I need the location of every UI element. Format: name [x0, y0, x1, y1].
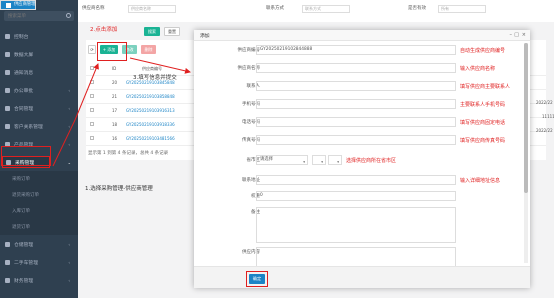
modal-scrollbar-thumb[interactable]: [524, 43, 528, 193]
input-fax[interactable]: [256, 135, 456, 145]
form-row-contact: 联系人 填写供应商主要联系人: [194, 81, 530, 92]
chevron-down-icon: ▾: [337, 160, 339, 164]
form-row-phone: 电话号码 填写供应商固定电话: [194, 117, 530, 128]
form-row-sort: 权重 0: [194, 191, 530, 202]
form-row-fax: 传真号码 填写供应商传真号码: [194, 135, 530, 146]
annotation-box-ok: [246, 271, 268, 287]
chevron-down-icon: ▾: [321, 160, 323, 164]
modal-footer: 确定: [194, 266, 530, 288]
hint-phone: 填写供应商固定电话: [460, 120, 506, 126]
form-row-mobile: 手机号码 主要联系人手机号码: [194, 99, 530, 110]
select-city[interactable]: ▾: [312, 155, 326, 165]
hint-code: 自动生成供应商编号: [460, 48, 506, 54]
hint-name: 输入供应商名称: [460, 66, 496, 72]
form-row-address: 联系地址 输入详细地址信息: [194, 175, 530, 186]
hint-fax: 填写供应商传真号码: [460, 138, 506, 144]
textarea-remark[interactable]: [256, 207, 456, 243]
input-contact[interactable]: [256, 81, 456, 91]
textarea-content[interactable]: [256, 247, 456, 266]
arrow-step1: [52, 119, 76, 167]
input-mobile[interactable]: [256, 99, 456, 109]
hint-contact: 填写供应商主要联系人: [460, 84, 511, 90]
modal-header: 添加 – □ ×: [194, 30, 530, 41]
form-row-region: 省市区 请选择 ▾ ▾ ▾ 选择供应商所在省市区: [194, 155, 530, 166]
input-code[interactable]: GY20250219102844888: [256, 45, 456, 55]
chevron-down-icon: ▾: [303, 160, 305, 164]
arrow-step3: [129, 57, 191, 74]
select-district[interactable]: ▾: [328, 155, 342, 165]
form-row-name: 供应商名称 输入供应商名称: [194, 63, 530, 74]
input-name[interactable]: [256, 63, 456, 73]
minimize-icon[interactable]: –: [510, 32, 513, 38]
form-row-code: 供应商编号 GY20250219102844888 自动生成供应商编号: [194, 45, 530, 56]
input-address[interactable]: [256, 175, 456, 185]
arrow-step2: [74, 63, 99, 121]
hint-address: 输入详细地址信息: [460, 178, 501, 184]
modal-title: 添加: [200, 34, 210, 39]
add-supplier-modal: 添加 – □ × 供应商编号 GY20250219102844888 自动生成供…: [194, 30, 530, 288]
form-row-remark: 备注: [194, 207, 530, 243]
modal-body: 供应商编号 GY20250219102844888 自动生成供应商编号 供应商名…: [194, 41, 530, 266]
close-icon[interactable]: ×: [522, 32, 526, 38]
maximize-icon[interactable]: □: [514, 32, 519, 38]
input-sort[interactable]: 0: [256, 191, 456, 201]
select-province[interactable]: 请选择 ▾: [256, 155, 308, 165]
input-phone[interactable]: [256, 117, 456, 127]
form-row-content: 供应内容: [194, 247, 530, 266]
hint-mobile: 主要联系人手机号码: [460, 102, 506, 108]
hint-region: 选择供应商所在省市区: [346, 158, 397, 164]
